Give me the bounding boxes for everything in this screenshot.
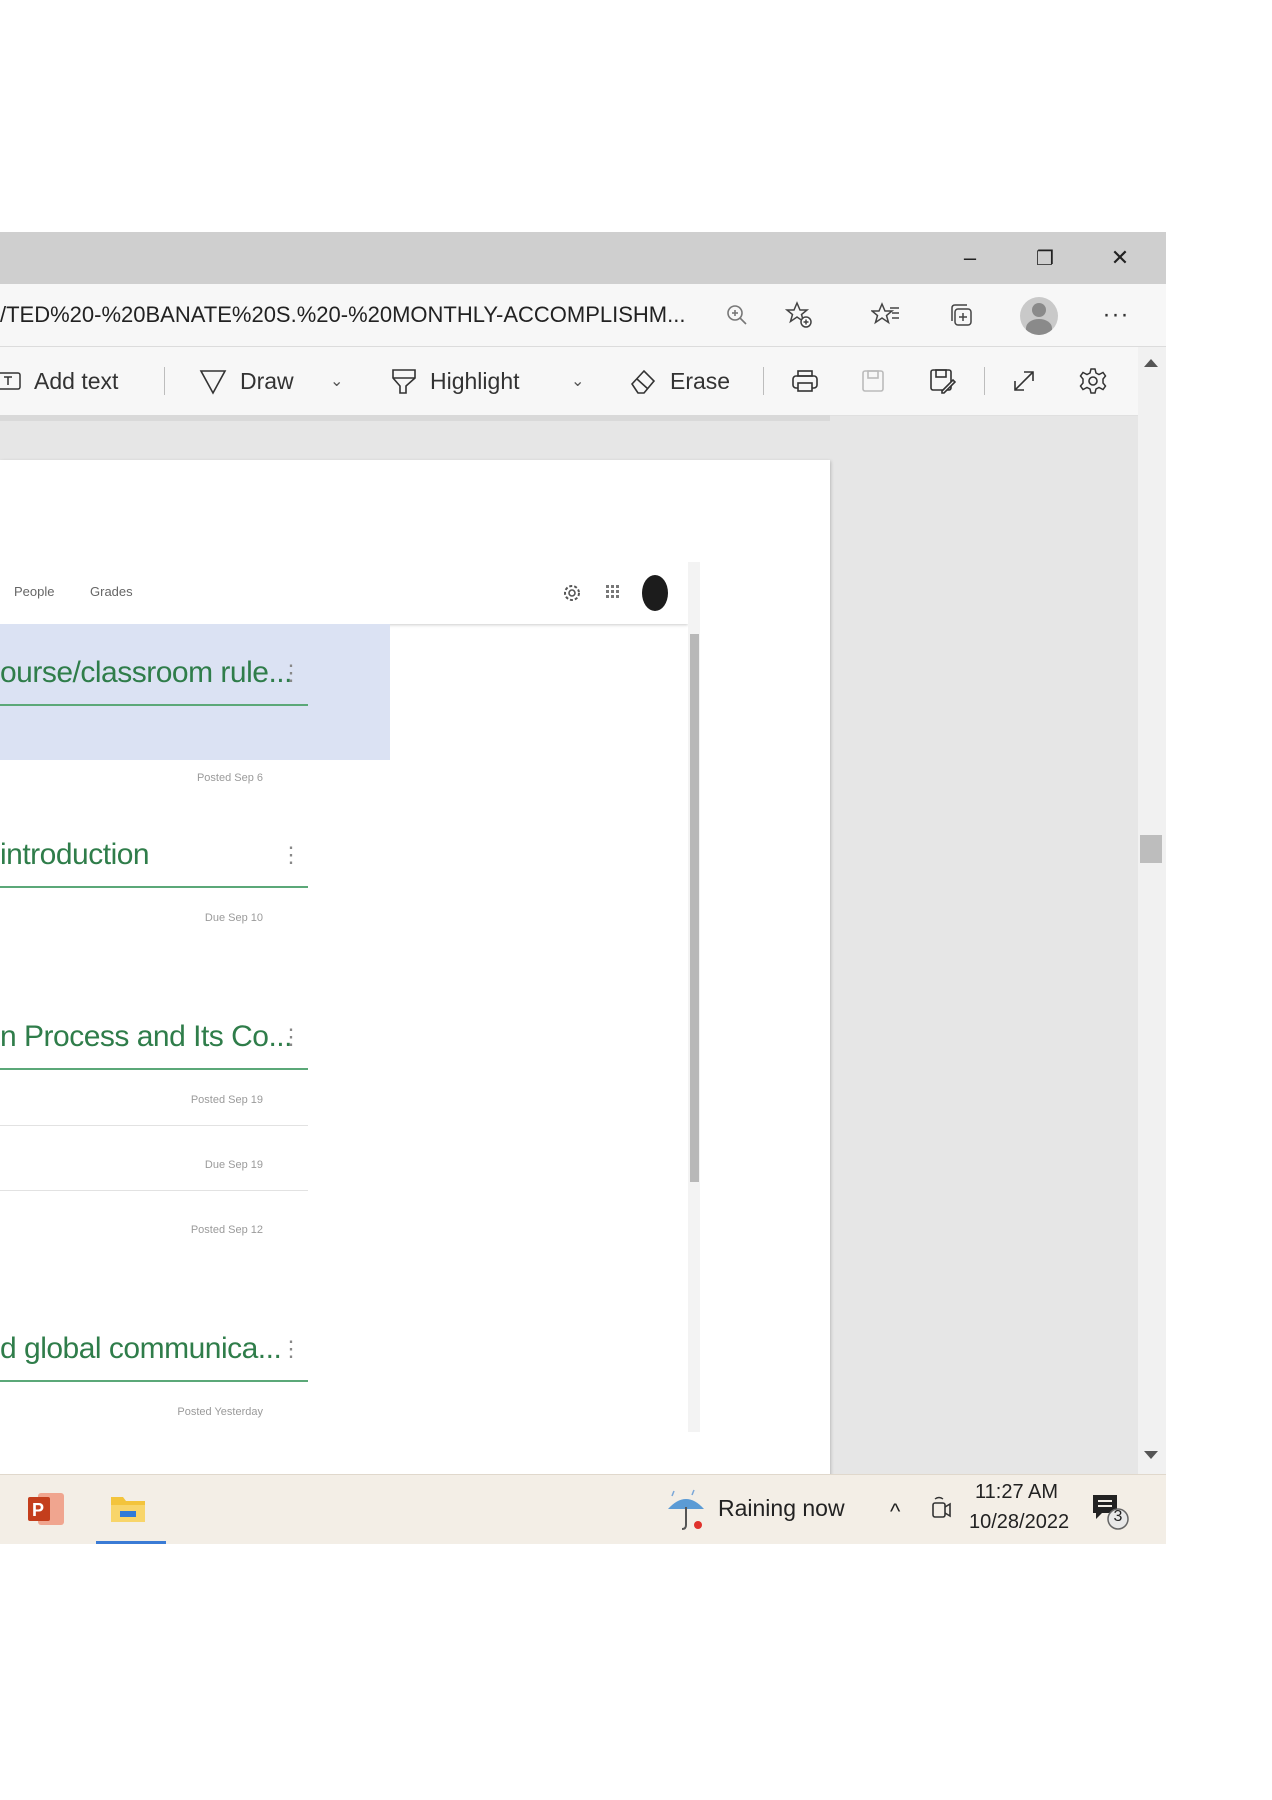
favorites-icon[interactable] [866, 295, 906, 335]
pdf-page: People Grades ourse/classroom rule... ⋮ … [0, 460, 830, 1544]
address-bar: /TED%20-%20BANATE%20S.%20-%20MONTHLY-ACC… [0, 284, 1166, 347]
erase-label: Erase [670, 367, 731, 394]
windows-taskbar: P Raining now ^ 11:27 AM 10/28/2022 3 [0, 1474, 1166, 1544]
more-vert-icon[interactable]: ⋮ [280, 660, 302, 686]
highlight-button[interactable]: Highlight [390, 347, 520, 415]
profile-avatar[interactable] [1020, 297, 1058, 335]
chevron-down-icon: ⌄ [330, 373, 344, 390]
toolbar-divider [984, 367, 985, 395]
collections-icon[interactable] [941, 295, 981, 335]
topic-divider [0, 704, 308, 706]
topic-divider [0, 886, 308, 888]
highlighter-icon [390, 366, 418, 396]
topic-title[interactable]: ourse/classroom rule... [0, 656, 292, 690]
selected-topic-highlight [0, 624, 390, 760]
fullscreen-button[interactable] [1010, 347, 1038, 415]
powerpoint-icon[interactable]: P [26, 1489, 66, 1529]
save-icon [860, 368, 886, 394]
topic-title[interactable]: d global communica... [0, 1332, 282, 1366]
draw-label: Draw [240, 367, 294, 394]
notification-center-icon[interactable]: 3 [1090, 1491, 1130, 1531]
svg-text:P: P [32, 1500, 44, 1520]
toolbar-divider [164, 367, 165, 395]
gear-icon[interactable] [562, 583, 582, 608]
screenshot-frame: – ❐ ✕ /TED%20-%20BANATE%20S.%20-%20MONTH… [0, 232, 1166, 1544]
file-explorer-icon[interactable] [108, 1489, 148, 1529]
close-button[interactable]: ✕ [1085, 232, 1155, 284]
more-vert-icon[interactable]: ⋮ [280, 842, 302, 868]
topic-title[interactable]: n Process and Its Co... [0, 1020, 292, 1054]
zoom-icon[interactable] [717, 295, 757, 335]
browser-title-bar: – ❐ ✕ [0, 232, 1166, 284]
save-as-button[interactable] [928, 347, 956, 415]
active-app-indicator [96, 1541, 166, 1544]
row-divider [0, 1125, 308, 1126]
clock-date[interactable]: 10/28/2022 [969, 1511, 1069, 1534]
print-button[interactable] [790, 347, 820, 415]
classroom-scrollbar[interactable] [688, 562, 700, 1432]
draw-icon [198, 366, 228, 396]
text-box-icon [0, 370, 22, 392]
classroom-scroll-thumb[interactable] [690, 634, 699, 1182]
draw-options-dropdown[interactable]: ⌄ [330, 347, 343, 415]
pdf-toolbar: Add text Draw ⌄ Highlight ⌄ Erase [0, 347, 1138, 416]
toolbar-divider [763, 367, 764, 395]
minimize-button[interactable]: – [935, 232, 1005, 284]
add-text-label: Add text [34, 367, 119, 394]
draw-button[interactable]: Draw [198, 347, 294, 415]
topic-divider [0, 1380, 308, 1382]
more-vert-icon[interactable]: ⋮ [280, 1336, 302, 1362]
gear-icon [1078, 366, 1108, 396]
clock-time[interactable]: 11:27 AM [975, 1481, 1058, 1504]
meet-now-icon[interactable] [930, 1495, 952, 1525]
scroll-thumb[interactable] [1140, 835, 1162, 863]
weather-text[interactable]: Raining now [718, 1495, 845, 1522]
due-date: Due Sep 19 [204, 1159, 263, 1171]
embedded-classroom-screenshot: People Grades ourse/classroom rule... ⋮ … [0, 562, 700, 1432]
scroll-down-arrow-icon[interactable] [1144, 1451, 1158, 1459]
post-date: Posted Sep 19 [190, 1094, 263, 1106]
post-date: Posted Sep 6 [196, 772, 263, 784]
printer-icon [790, 367, 820, 395]
highlight-label: Highlight [430, 367, 520, 394]
due-date: Due Sep 10 [204, 912, 263, 924]
more-vert-icon[interactable]: ⋮ [280, 1024, 302, 1050]
highlight-options-dropdown[interactable]: ⌄ [571, 347, 584, 415]
weather-rain-icon[interactable] [664, 1487, 708, 1533]
notification-count: 3 [1113, 1508, 1123, 1525]
grades-tab[interactable]: Grades [90, 584, 133, 599]
add-favorite-icon[interactable] [779, 295, 819, 335]
save-button[interactable] [860, 347, 886, 415]
url-field[interactable]: /TED%20-%20BANATE%20S.%20-%20MONTHLY-ACC… [0, 284, 685, 346]
expand-icon [1010, 367, 1038, 395]
post-date: Posted Sep 12 [190, 1224, 263, 1236]
erase-button[interactable]: Erase [628, 347, 730, 415]
settings-button[interactable] [1078, 347, 1108, 415]
add-text-button[interactable]: Add text [0, 347, 118, 415]
more-options-icon[interactable]: ··· [1096, 295, 1136, 335]
save-as-icon [928, 367, 956, 395]
chevron-down-icon: ⌄ [571, 373, 585, 390]
scroll-up-arrow-icon[interactable] [1144, 359, 1158, 367]
chevron-up-icon[interactable]: ^ [890, 1499, 900, 1525]
eraser-icon [628, 366, 658, 396]
user-avatar[interactable] [642, 575, 668, 611]
restore-button[interactable]: ❐ [1010, 232, 1080, 284]
viewer-scrollbar[interactable] [1138, 347, 1166, 1544]
topic-divider [0, 1068, 308, 1070]
people-tab[interactable]: People [14, 584, 54, 599]
apps-grid-icon[interactable] [605, 584, 621, 605]
classroom-top-bar: People Grades [0, 562, 688, 624]
post-date: Posted Yesterday [177, 1406, 263, 1418]
row-divider [0, 1190, 308, 1191]
topic-title[interactable]: introduction [0, 838, 150, 872]
toolbar-shadow [0, 415, 830, 421]
